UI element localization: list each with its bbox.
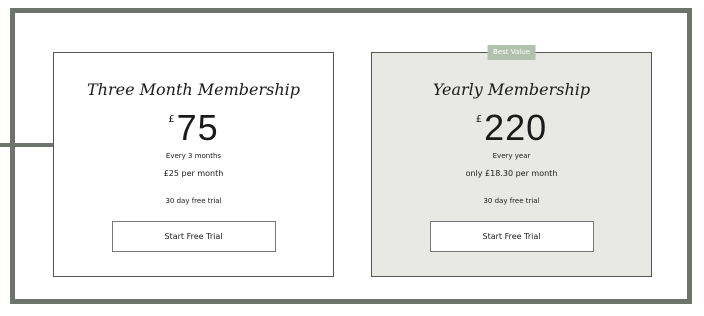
billing-period: Every year bbox=[492, 152, 531, 160]
plan-card-yearly: Best Value Yearly Membership £ 220 Every… bbox=[371, 45, 652, 277]
best-value-badge: Best Value bbox=[487, 45, 536, 60]
trial-note: 30 day free trial bbox=[165, 197, 222, 205]
trial-note: 30 day free trial bbox=[483, 197, 540, 205]
plan-price: £ 75 bbox=[54, 108, 333, 148]
plan-title: Three Month Membership bbox=[86, 80, 301, 99]
price-amount: 75 bbox=[176, 107, 219, 148]
billing-period: Every 3 months bbox=[165, 152, 222, 160]
plan-title: Yearly Membership bbox=[432, 80, 591, 99]
monthly-price: £25 per month bbox=[163, 169, 224, 178]
currency-symbol: £ bbox=[168, 114, 175, 125]
monthly-price: only £18.30 per month bbox=[465, 169, 558, 178]
price-amount: 220 bbox=[484, 107, 548, 148]
plan-price: £ 220 bbox=[372, 108, 651, 148]
start-free-trial-button[interactable]: Start Free Trial bbox=[111, 221, 276, 252]
currency-symbol: £ bbox=[475, 114, 483, 125]
plan-card-three-month: Three Month Membership £ 75 Every 3 mont… bbox=[53, 52, 334, 277]
start-free-trial-button[interactable]: Start Free Trial bbox=[429, 221, 594, 252]
